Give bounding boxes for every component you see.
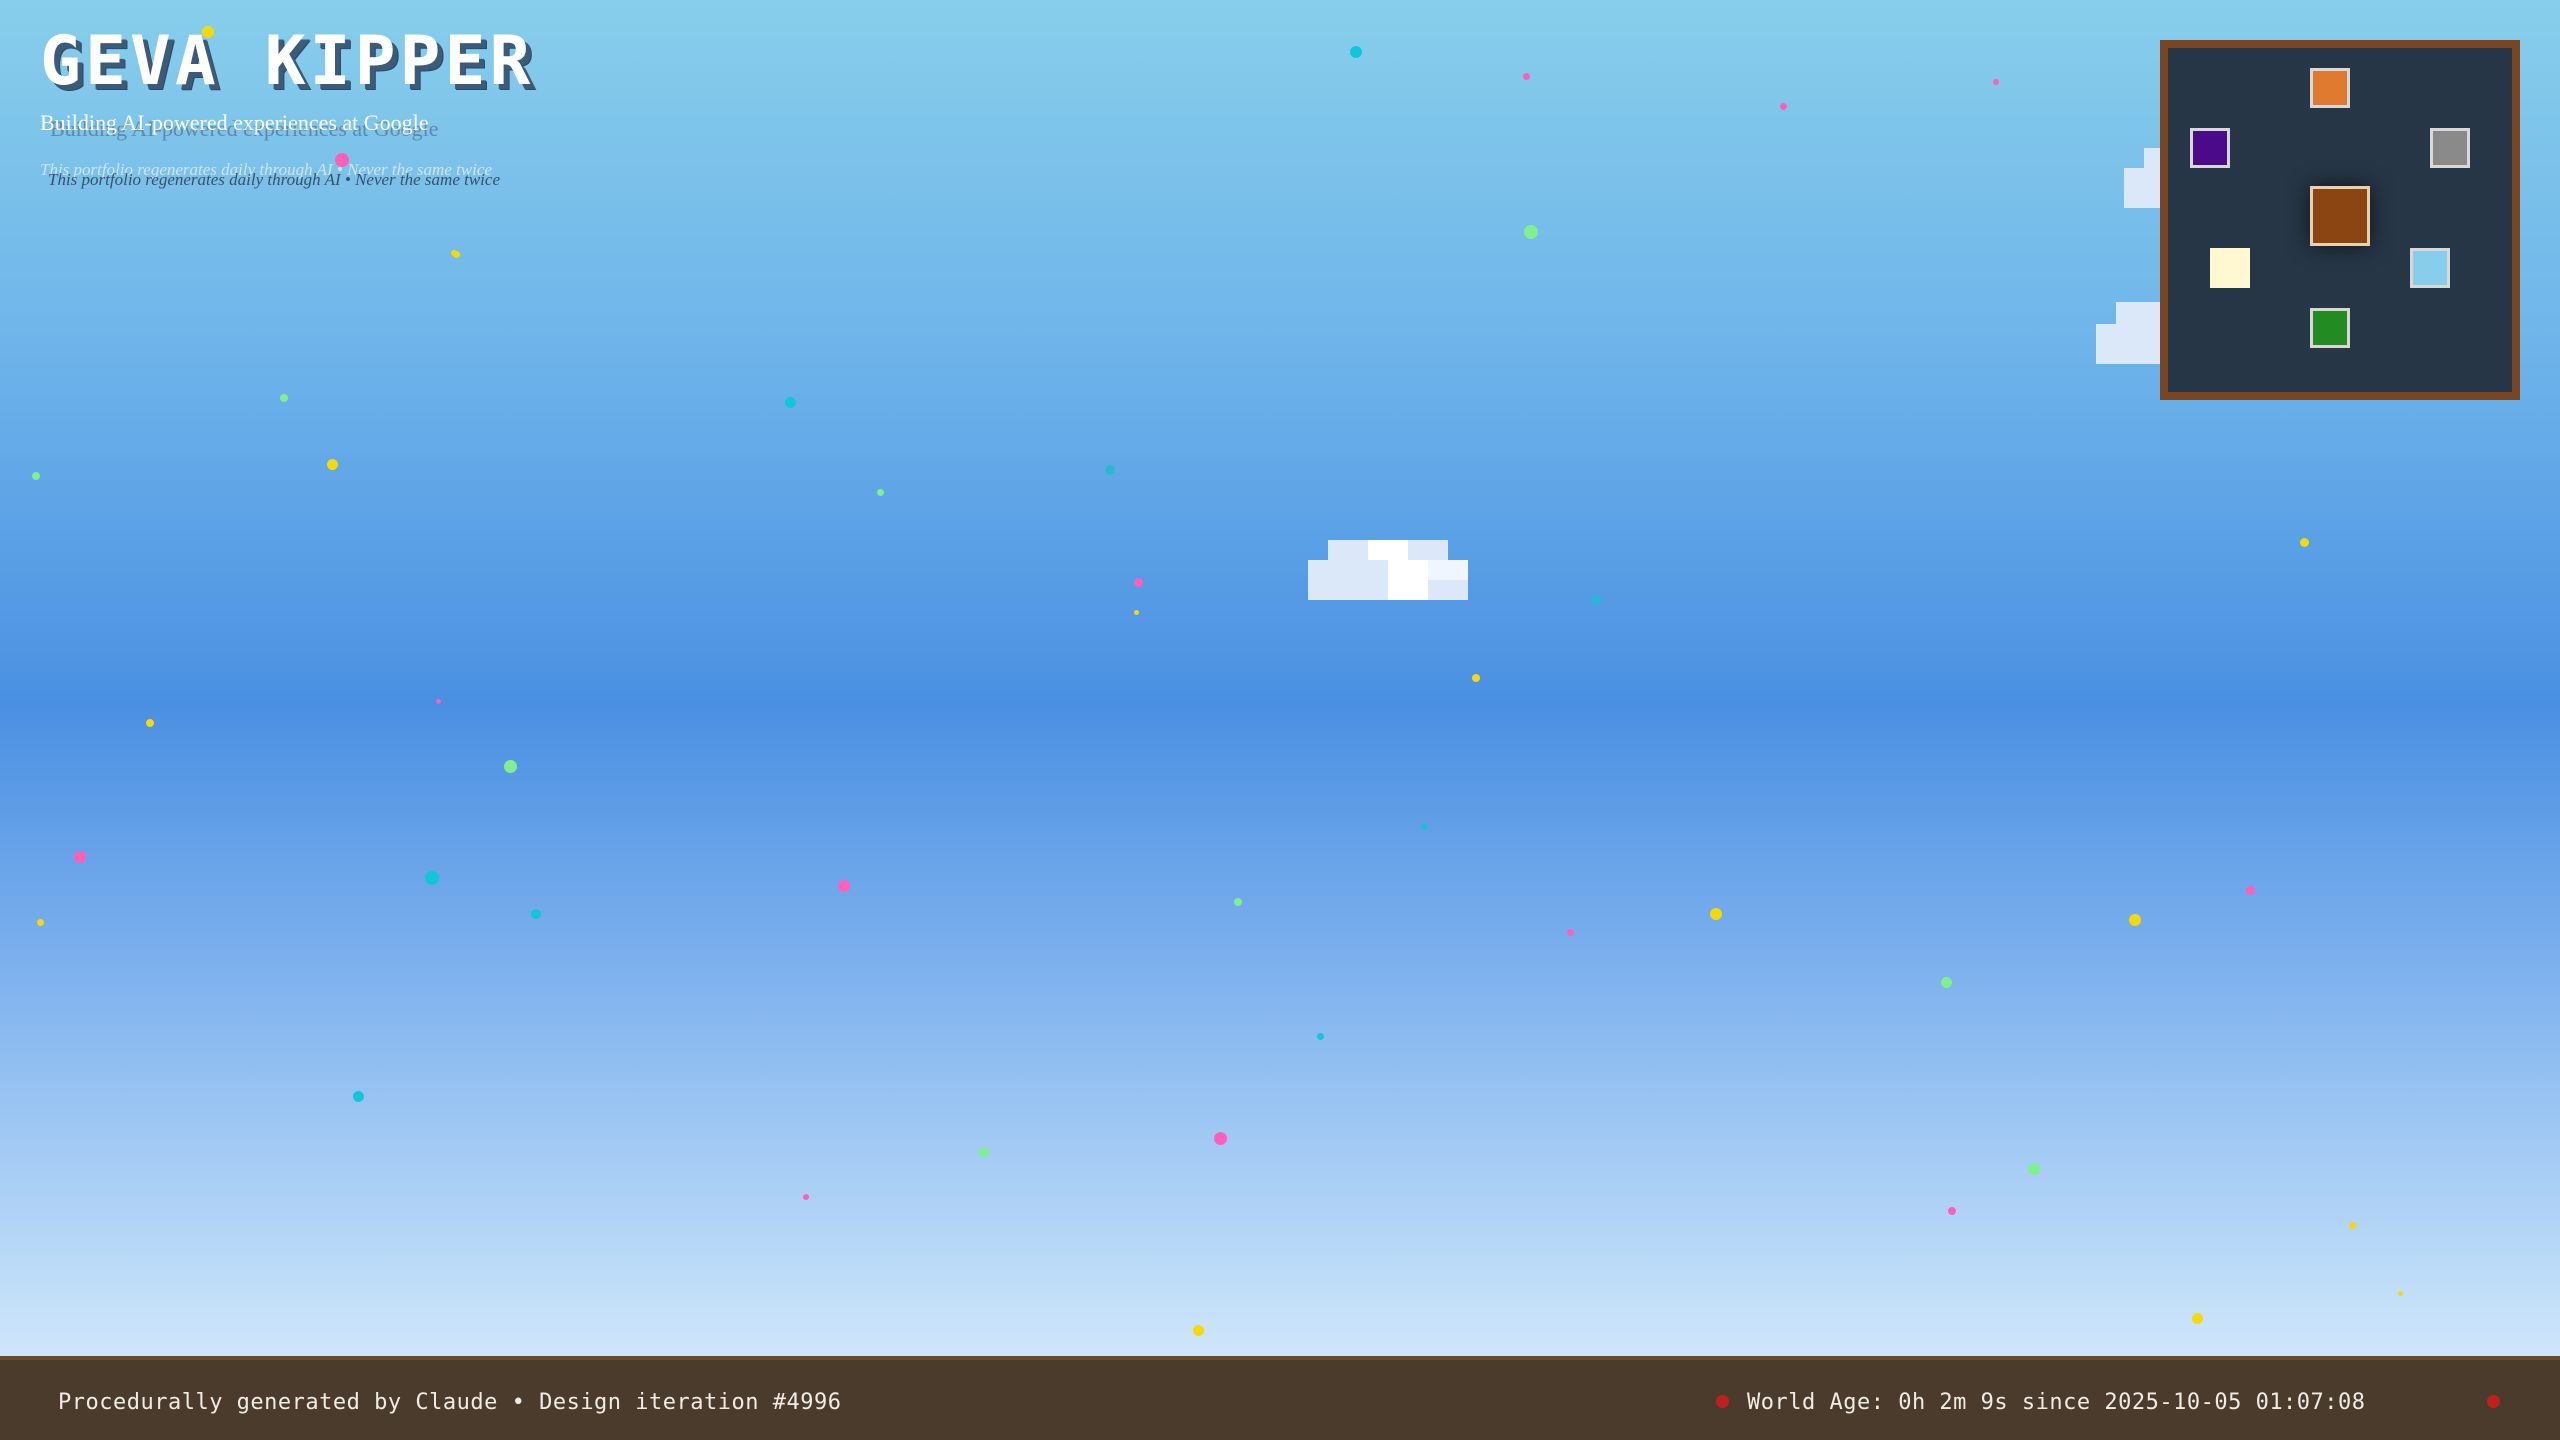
world-minimap[interactable]	[2160, 40, 2520, 400]
particle	[1522, 72, 1530, 80]
map-node-brown-center[interactable]	[2310, 186, 2370, 246]
particle	[1940, 976, 1952, 988]
particle	[36, 918, 44, 926]
particle	[280, 394, 288, 402]
particle	[1948, 1207, 1956, 1215]
map-node-cream[interactable]	[2210, 248, 2250, 288]
particle	[803, 1194, 809, 1200]
particle	[1524, 225, 1538, 239]
particle	[1316, 1032, 1324, 1040]
particle	[503, 759, 517, 773]
map-node-light-blue[interactable]	[2410, 248, 2450, 288]
particle	[32, 472, 40, 480]
particle	[352, 1090, 364, 1102]
world-age-readout: World Age: 0h 2m 9s since 2025-10-05 01:…	[1747, 1390, 2366, 1415]
particle	[1420, 822, 1428, 830]
particle	[1710, 908, 1722, 920]
generation-credit: Procedurally generated by Claude • Desig…	[58, 1390, 842, 1415]
particle	[1213, 1131, 1227, 1145]
particle	[2129, 914, 2141, 926]
status-footer: Procedurally generated by Claude • Desig…	[0, 1356, 2560, 1440]
particle	[876, 488, 884, 496]
particle	[1192, 1324, 1204, 1336]
particle	[1234, 898, 1242, 906]
hero-header: GEVA KIPPER Building AI-powered experien…	[40, 22, 740, 190]
particle	[451, 250, 457, 256]
particle	[1591, 595, 1601, 605]
particle	[2299, 537, 2309, 547]
particle	[2397, 1290, 2403, 1296]
page-tagline: This portfolio regenerates daily through…	[48, 170, 500, 189]
particle	[435, 698, 441, 704]
particle	[838, 880, 850, 892]
sky-background: GEVA KIPPER Building AI-powered experien…	[0, 0, 2560, 1356]
particle	[326, 458, 338, 470]
map-node-green[interactable]	[2310, 308, 2350, 348]
map-node-purple[interactable]	[2190, 128, 2230, 168]
particle	[1472, 674, 1480, 682]
map-node-gray[interactable]	[2430, 128, 2470, 168]
page-subtitle: Building AI-powered experiences at Googl…	[40, 110, 429, 135]
particle	[74, 851, 86, 863]
particle	[1566, 928, 1574, 936]
particle	[531, 909, 541, 919]
particle	[1350, 46, 1362, 58]
particle	[1133, 609, 1139, 615]
page-title: GEVA KIPPER	[40, 22, 535, 101]
particle	[784, 396, 796, 408]
particle	[979, 1147, 989, 1157]
particle	[2028, 1163, 2040, 1175]
particle	[2348, 1221, 2356, 1229]
particle	[1133, 577, 1143, 587]
particle	[1779, 102, 1787, 110]
particle	[2245, 885, 2255, 895]
particle	[2191, 1312, 2203, 1324]
particle	[1993, 79, 1999, 85]
map-node-orange[interactable]	[2310, 68, 2350, 108]
cloud-center	[1308, 540, 1468, 600]
particle	[425, 871, 439, 885]
status-indicator-right	[2487, 1395, 2500, 1408]
status-indicator-left	[1716, 1395, 1729, 1408]
particle	[1105, 465, 1115, 475]
particle	[146, 719, 154, 727]
